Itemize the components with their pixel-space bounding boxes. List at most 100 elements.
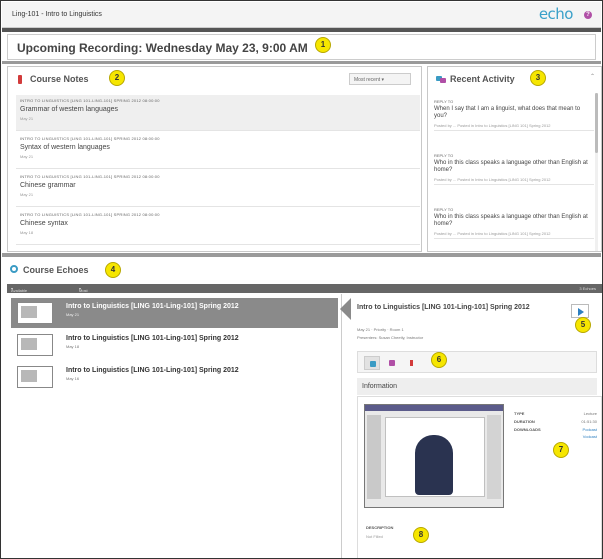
course-echoes-header: Course Echoes <box>7 257 602 281</box>
activity-tag: REPLY TO <box>434 153 454 158</box>
activity-meta: Posted by ... Posted in Intro to Linguis… <box>434 123 551 128</box>
echo-list-item[interactable]: Intro to Linguistics [LING 101-Ling-101]… <box>11 298 338 328</box>
notes-sort-dropdown[interactable]: Most recent ▾ <box>349 73 411 85</box>
note-date: May 21 <box>20 116 34 121</box>
notes-icon <box>18 75 22 84</box>
note-date: May 21 <box>20 154 34 159</box>
app-window: Ling-101 - Intro to Linguistics echo ? U… <box>0 0 603 559</box>
note-date: May 21 <box>20 192 34 197</box>
tab-info[interactable] <box>364 356 380 370</box>
echo-logo: echo <box>538 5 574 23</box>
echo-detail-presenters: Presenters: Susan Cheetly, Instructor <box>357 335 424 340</box>
echo-date: May 21 <box>66 312 80 317</box>
top-bar: Ling-101 - Intro to Linguistics echo ? <box>2 2 601 28</box>
note-meta: INTRO TO LINGUISTICS [LING 101-LING-101]… <box>20 212 160 217</box>
echo-detail-meta: May 21 · Priority · Room 1 <box>357 327 404 332</box>
echo-title: Intro to Linguistics [LING 101-Ling-101]… <box>66 303 239 310</box>
recent-activity-title: Recent Activity <box>450 74 515 84</box>
note-date: May 18 <box>20 230 34 235</box>
activity-item[interactable]: REPLY TO When I say that I am a linguist… <box>434 97 594 131</box>
callout-badge-7: 7 <box>553 442 569 458</box>
expand-icon[interactable]: ⌃ <box>590 73 595 80</box>
activity-tag: REPLY TO <box>434 99 454 104</box>
course-echoes-title: Course Echoes <box>23 265 89 275</box>
play-button[interactable] <box>571 304 589 318</box>
echo-list-item[interactable]: Intro to Linguistics [LING 101-Ling-101]… <box>11 330 338 360</box>
section-divider <box>2 61 601 64</box>
echo-thumbnail <box>17 334 53 356</box>
upcoming-recording-text: Upcoming Recording: Wednesday May 23, 9:… <box>17 41 308 55</box>
activity-item[interactable]: REPLY TO Who in this class speaks a lang… <box>434 151 594 185</box>
filter-sort-dropdown[interactable]: Most Recent ▾ <box>79 286 92 298</box>
callout-badge-5: 5 <box>575 317 591 333</box>
activity-question: Who in this class speaks a language othe… <box>434 214 588 227</box>
echoes-icon <box>10 265 18 273</box>
note-title: Chinese syntax <box>20 220 68 227</box>
chat-bubbles-icon <box>436 76 446 83</box>
echo-filter-bar: Available ▾ Most Recent ▾ 3 Echoes <box>7 284 602 298</box>
callout-badge-8: 8 <box>413 527 429 543</box>
note-item[interactable]: INTRO TO LINGUISTICS [LING 101-LING-101]… <box>16 95 420 131</box>
echo-title: Intro to Linguistics [LING 101-Ling-101]… <box>66 335 239 342</box>
callout-badge-6: 6 <box>431 352 447 368</box>
note-item[interactable]: INTRO TO LINGUISTICS [LING 101-LING-101]… <box>16 209 420 245</box>
filter-available-dropdown[interactable]: Available ▾ <box>11 286 27 293</box>
activity-question: When I say that I am a linguist, what do… <box>434 106 581 119</box>
activity-scrollbar[interactable] <box>595 93 598 251</box>
selection-pointer <box>340 298 351 320</box>
duration-value: 01:51:30 <box>581 419 597 424</box>
activity-tag: REPLY TO <box>434 207 454 212</box>
note-title: Syntax of western languages <box>20 144 110 151</box>
course-title: Ling-101 - Intro to Linguistics <box>12 11 102 18</box>
note-item[interactable]: INTRO TO LINGUISTICS [LING 101-LING-101]… <box>16 133 420 169</box>
echo-thumbnail <box>17 302 53 324</box>
activity-meta: Posted by ... Posted in Intro to Linguis… <box>434 231 551 236</box>
information-body: TYPE Lecture DURATION 01:51:30 DOWNLOADS… <box>357 396 602 558</box>
type-value: Lecture <box>583 411 597 416</box>
echo-list: Intro to Linguistics [LING 101-Ling-101]… <box>7 294 342 558</box>
echo-date: May 16 <box>66 376 80 381</box>
description-value: Not Filled <box>366 534 383 539</box>
information-heading: Information <box>357 378 597 395</box>
notes-icon <box>410 360 413 366</box>
upcoming-recording-bar: Upcoming Recording: Wednesday May 23, 9:… <box>7 34 596 60</box>
question-icon[interactable]: ? <box>584 11 592 19</box>
header-divider <box>2 28 601 32</box>
callout-badge-3: 3 <box>530 70 546 86</box>
chat-icon <box>389 360 395 366</box>
course-notes-panel: Course Notes Most recent ▾ INTRO TO LING… <box>7 66 422 252</box>
echo-detail-title: Intro to Linguistics [LING 101-Ling-101]… <box>357 304 530 311</box>
course-notes-title: Course Notes <box>30 74 89 84</box>
recent-activity-panel: Recent Activity ⌃ REPLY TO When I say th… <box>427 66 602 252</box>
activity-scrollbar-thumb[interactable] <box>595 93 598 153</box>
type-label: TYPE <box>514 411 525 416</box>
filter-available-label: Available <box>11 288 28 293</box>
notes-sort-label: Most recent <box>354 77 381 83</box>
note-title: Grammar of western languages <box>20 106 119 113</box>
activity-item[interactable]: REPLY TO Who in this class speaks a lang… <box>434 205 594 239</box>
downloads-label: DOWNLOADS <box>514 427 541 432</box>
tab-notes[interactable] <box>404 356 420 370</box>
tab-discussion[interactable] <box>384 356 400 370</box>
echo-list-item[interactable]: Intro to Linguistics [LING 101-Ling-101]… <box>11 362 338 392</box>
echo-count: 3 Echoes <box>579 286 596 291</box>
activity-meta: Posted by ... Posted in Intro to Linguis… <box>434 177 551 182</box>
detail-tabs <box>357 351 597 373</box>
activity-question: Who in this class speaks a language othe… <box>434 160 588 173</box>
echo-title: Intro to Linguistics [LING 101-Ling-101]… <box>66 367 239 374</box>
podcast-link[interactable]: Podcast <box>583 427 597 432</box>
callout-badge-2: 2 <box>109 70 125 86</box>
callout-badge-1: 1 <box>315 37 331 53</box>
info-icon <box>370 361 376 367</box>
echo-thumbnail <box>17 366 53 388</box>
vodcast-link[interactable]: Vodcast <box>583 434 597 439</box>
note-meta: INTRO TO LINGUISTICS [LING 101-LING-101]… <box>20 136 160 141</box>
duration-label: DURATION <box>514 419 535 424</box>
note-item[interactable]: INTRO TO LINGUISTICS [LING 101-LING-101]… <box>16 171 420 207</box>
callout-badge-4: 4 <box>105 262 121 278</box>
echo-screenshot[interactable] <box>364 404 504 508</box>
note-meta: INTRO TO LINGUISTICS [LING 101-LING-101]… <box>20 174 160 179</box>
echo-detail-panel: Intro to Linguistics [LING 101-Ling-101]… <box>353 294 602 558</box>
note-title: Chinese grammar <box>20 182 76 189</box>
echo-date: May 18 <box>66 344 80 349</box>
